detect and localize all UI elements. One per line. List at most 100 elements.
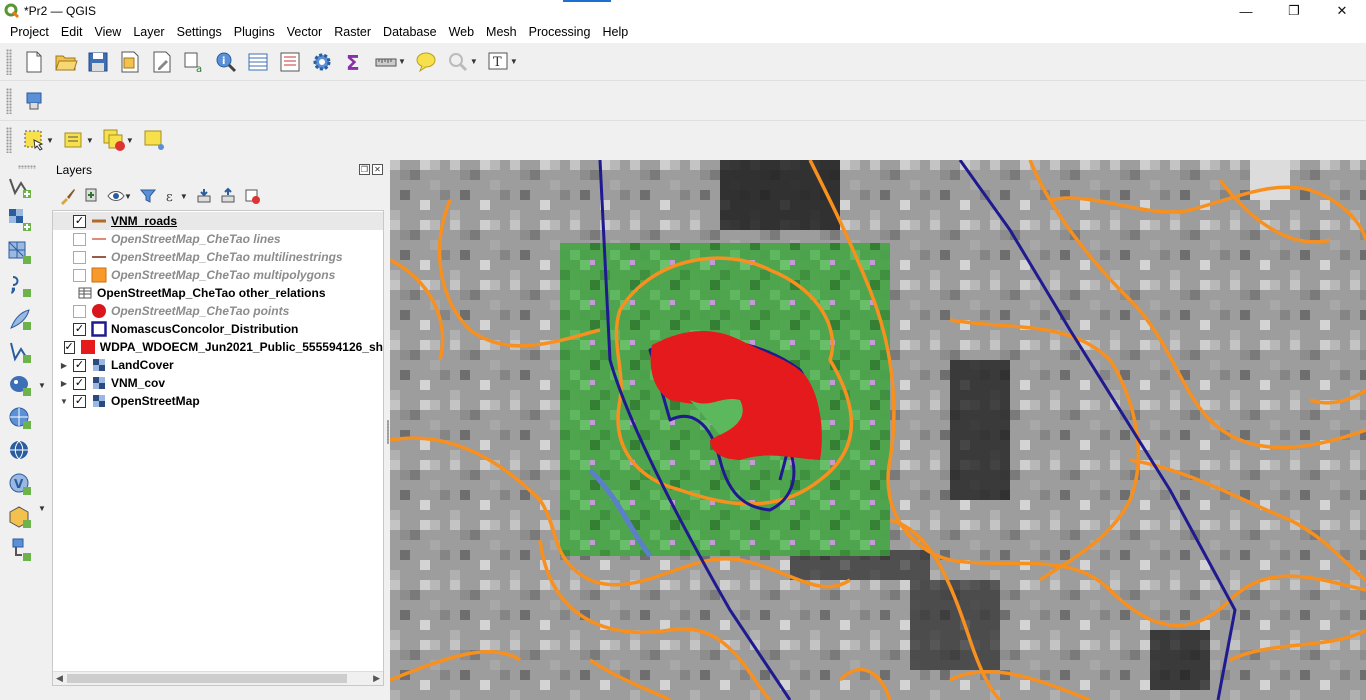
settings-button[interactable] bbox=[306, 47, 338, 77]
field-calculator-button[interactable] bbox=[274, 47, 306, 77]
menu-view[interactable]: View bbox=[88, 22, 127, 43]
menu-database[interactable]: Database bbox=[377, 22, 443, 43]
menu-web[interactable]: Web bbox=[443, 22, 480, 43]
add-virtual-layer-button[interactable]: V bbox=[6, 470, 34, 498]
expand-arrow-icon[interactable]: ▶ bbox=[59, 379, 69, 388]
expand-all-button[interactable] bbox=[192, 185, 216, 207]
float-panel-icon[interactable]: ❐ bbox=[359, 164, 370, 175]
add-spatialite-button[interactable] bbox=[6, 338, 34, 366]
layer-checkbox[interactable] bbox=[73, 232, 86, 246]
layer-row[interactable]: ✓ NomascusConcolor_Distribution bbox=[53, 320, 383, 338]
layer-row[interactable]: OpenStreetMap_CheTao multilinestrings bbox=[53, 248, 383, 266]
layer-row[interactable]: ✓ WDPA_WDOECM_Jun2021_Public_555594126_s… bbox=[53, 338, 383, 356]
remove-layer-button[interactable] bbox=[240, 185, 264, 207]
menu-edit[interactable]: Edit bbox=[55, 22, 89, 43]
layer-checkbox[interactable]: ✓ bbox=[73, 376, 86, 390]
scroll-left-icon[interactable]: ◀ bbox=[56, 673, 63, 684]
style-panel-button[interactable] bbox=[56, 185, 80, 207]
splitter-grip[interactable] bbox=[387, 420, 389, 444]
open-project-icon bbox=[55, 55, 78, 70]
visibility-dropdown[interactable]: ▼ bbox=[124, 192, 132, 201]
layer-checkbox[interactable]: ✓ bbox=[73, 214, 86, 228]
close-button[interactable]: ✕ bbox=[1318, 0, 1366, 22]
title-bar: *Pr2 — QGIS — ❐ ✕ bbox=[0, 0, 1366, 22]
layer-row[interactable]: OpenStreetMap_CheTao points bbox=[53, 302, 383, 320]
layout-manager-button[interactable]: a bbox=[178, 47, 210, 77]
identify-button[interactable]: i bbox=[210, 47, 242, 77]
add-wcs-button[interactable] bbox=[6, 503, 34, 531]
add-gps-button[interactable] bbox=[6, 305, 34, 333]
map-tips-button[interactable] bbox=[410, 47, 442, 77]
menu-layer[interactable]: Layer bbox=[127, 22, 170, 43]
layer-checkbox[interactable] bbox=[73, 304, 86, 318]
add-wms-button[interactable] bbox=[6, 404, 34, 432]
scroll-right-icon[interactable]: ▶ bbox=[373, 673, 380, 684]
layer-checkbox[interactable]: ✓ bbox=[73, 358, 86, 372]
identify-point-button[interactable] bbox=[138, 125, 170, 155]
layer-row[interactable]: OpenStreetMap_CheTao other_relations bbox=[53, 284, 383, 302]
menu-help[interactable]: Help bbox=[596, 22, 634, 43]
toolbar-grip[interactable] bbox=[6, 127, 12, 153]
minimize-button[interactable]: — bbox=[1222, 0, 1270, 22]
collapse-all-button[interactable] bbox=[216, 185, 240, 207]
deselect-dropdown[interactable]: ▼ bbox=[126, 136, 134, 145]
map-canvas[interactable] bbox=[390, 160, 1366, 700]
new-project-button[interactable] bbox=[18, 47, 50, 77]
layer-row[interactable]: OpenStreetMap_CheTao multipolygons bbox=[53, 266, 383, 284]
layer-row[interactable]: ▼ ✓ OpenStreetMap bbox=[53, 392, 383, 410]
expression-dropdown[interactable]: ▼ bbox=[86, 136, 94, 145]
close-panel-icon[interactable]: ✕ bbox=[372, 164, 383, 175]
scrollbar-thumb[interactable] bbox=[67, 674, 347, 683]
layer-checkbox[interactable]: ✓ bbox=[63, 340, 75, 354]
print-layout-button[interactable] bbox=[146, 47, 178, 77]
add-vector-layer-button[interactable] bbox=[6, 173, 34, 201]
digitize-icon bbox=[26, 92, 42, 109]
collapse-arrow-icon[interactable]: ▼ bbox=[59, 397, 69, 406]
postgis-dropdown[interactable]: ▼ bbox=[38, 381, 46, 390]
layer-row[interactable]: ✓ VNM_roads bbox=[53, 212, 383, 230]
menu-mesh[interactable]: Mesh bbox=[480, 22, 523, 43]
attribute-table-button[interactable] bbox=[242, 47, 274, 77]
layer-row[interactable]: OpenStreetMap_CheTao lines bbox=[53, 230, 383, 248]
select-dropdown[interactable]: ▼ bbox=[46, 136, 54, 145]
layer-checkbox[interactable] bbox=[73, 268, 86, 282]
menu-plugins[interactable]: Plugins bbox=[228, 22, 281, 43]
expression-filter-dropdown[interactable]: ▼ bbox=[180, 192, 188, 201]
open-project-button[interactable] bbox=[50, 47, 82, 77]
add-raster-layer-button[interactable] bbox=[6, 206, 34, 234]
new-layer-button[interactable] bbox=[6, 536, 34, 564]
digitize-button[interactable] bbox=[18, 86, 50, 116]
layer-checkbox[interactable] bbox=[73, 250, 86, 264]
toolbar-grip[interactable] bbox=[18, 165, 36, 169]
save-as-button[interactable] bbox=[114, 47, 146, 77]
measure-dropdown[interactable]: ▼ bbox=[398, 57, 406, 66]
maximize-button[interactable]: ❐ bbox=[1270, 0, 1318, 22]
filter-legend-button[interactable] bbox=[136, 185, 160, 207]
add-group-button[interactable] bbox=[80, 185, 104, 207]
layer-row[interactable]: ▶ ✓ VNM_cov bbox=[53, 374, 383, 392]
menu-settings[interactable]: Settings bbox=[171, 22, 228, 43]
zoom-tool-icon bbox=[448, 52, 467, 71]
add-raster-layer-icon bbox=[9, 209, 31, 231]
layer-checkbox[interactable]: ✓ bbox=[73, 322, 86, 336]
menu-processing[interactable]: Processing bbox=[523, 22, 597, 43]
add-postgis-button[interactable] bbox=[6, 371, 34, 399]
zoom-dropdown[interactable]: ▼ bbox=[470, 57, 478, 66]
menu-project[interactable]: Project bbox=[4, 22, 55, 43]
annotation-dropdown[interactable]: ▼ bbox=[510, 57, 518, 66]
menu-vector[interactable]: Vector bbox=[281, 22, 328, 43]
expand-arrow-icon[interactable]: ▶ bbox=[59, 361, 69, 370]
toolbar-grip[interactable] bbox=[6, 87, 12, 114]
horizontal-scrollbar[interactable]: ◀ ▶ bbox=[53, 671, 383, 685]
wcs-dropdown[interactable]: ▼ bbox=[38, 504, 46, 513]
save-project-button[interactable] bbox=[82, 47, 114, 77]
menu-raster[interactable]: Raster bbox=[328, 22, 377, 43]
layer-row[interactable]: ▶ ✓ LandCover bbox=[53, 356, 383, 374]
statistics-button[interactable]: Σ bbox=[338, 47, 370, 77]
layer-checkbox[interactable]: ✓ bbox=[73, 394, 86, 408]
add-delimited-text-button[interactable]: , bbox=[6, 272, 34, 300]
add-mesh-layer-button[interactable] bbox=[6, 239, 34, 267]
layer-tree[interactable]: ✓ VNM_roads OpenStreetMap_CheTao lines O… bbox=[52, 210, 384, 686]
add-wfs-button[interactable] bbox=[6, 437, 34, 465]
toolbar-grip[interactable] bbox=[6, 48, 12, 75]
